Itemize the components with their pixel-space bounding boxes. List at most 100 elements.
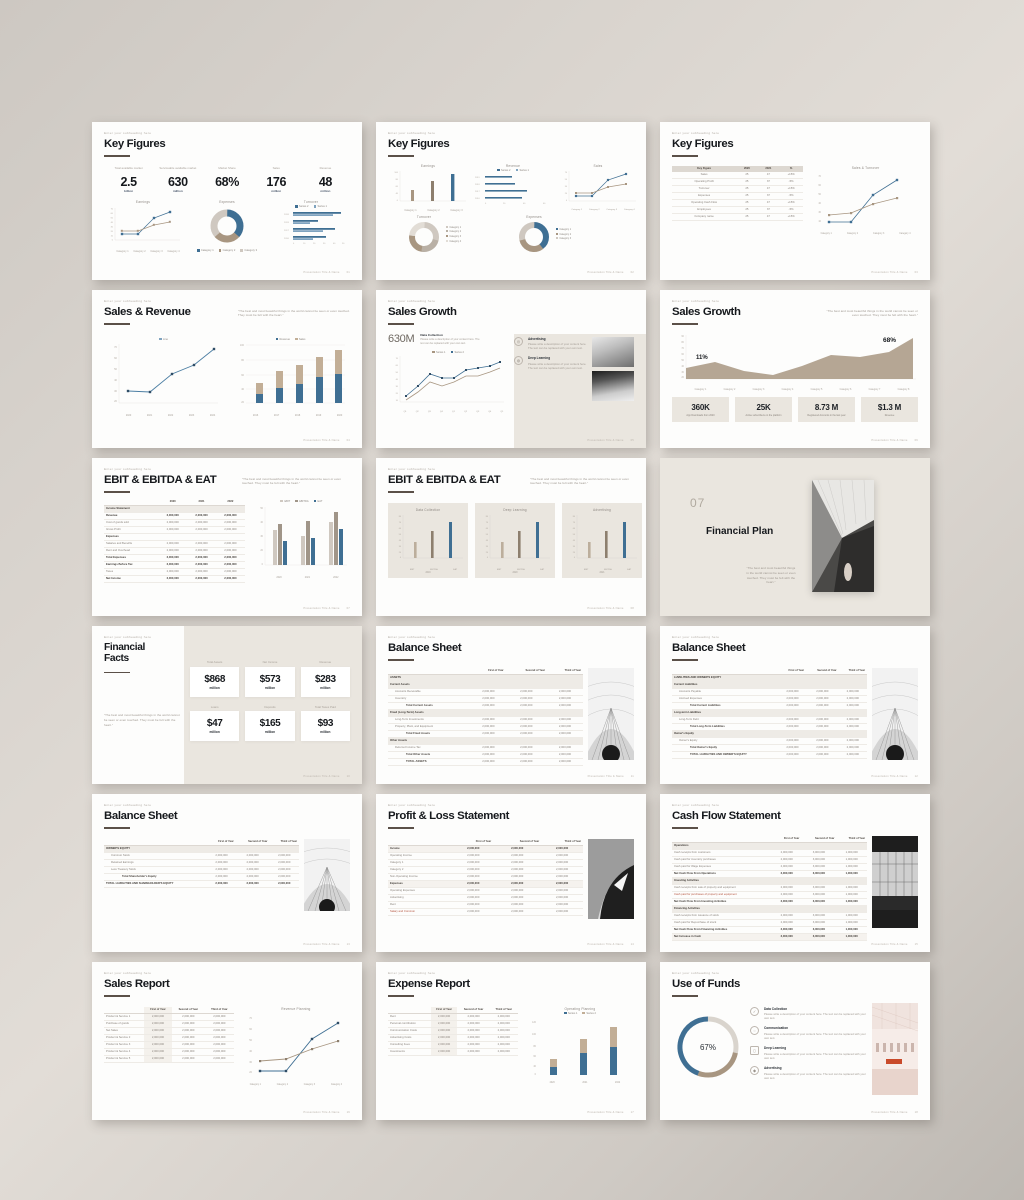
fact-card[interactable]: $47 million bbox=[190, 711, 240, 741]
feature-item-advertising[interactable]: ◎ Advertising Please write a description … bbox=[514, 336, 588, 351]
svg-text:70: 70 bbox=[573, 522, 576, 524]
fact-card[interactable]: $573 million bbox=[245, 666, 295, 697]
footer-label: Presentation Title & Name bbox=[587, 439, 624, 442]
fact-card[interactable]: $868 million bbox=[190, 666, 240, 697]
slide-expense-report[interactable]: Enter your subheading here Expense Repor… bbox=[376, 962, 646, 1120]
table-row: Total Long-Term Liabilities 2,000,000 2,00… bbox=[672, 723, 867, 731]
chart-expenses-donut[interactable]: Expenses Category 1 Category 2 Category … bbox=[516, 215, 616, 255]
chart-operating-planning[interactable]: Operating Planning Series 1 Series 2 120… bbox=[526, 1007, 634, 1085]
slide-eyebrow: Enter your subheading here bbox=[104, 300, 152, 303]
feature-item-deep-learning[interactable]: ◍ Deep Learning Please write a descriptio… bbox=[514, 356, 588, 370]
row-value: 2,000,000 bbox=[215, 512, 245, 520]
column-header: 2020 bbox=[169, 500, 176, 504]
svg-text:2017: 2017 bbox=[284, 230, 290, 232]
x-label: Category 1 bbox=[820, 233, 832, 235]
chart-sales-line[interactable]: Line 70 60 50 40 30 20 2020 2021 2022 20… bbox=[104, 337, 223, 417]
feature-item-data-collection[interactable]: ✓ Data Collection Please write a descripti… bbox=[750, 1006, 866, 1021]
row-value: 2,000,000 bbox=[778, 751, 807, 759]
svg-text:100: 100 bbox=[240, 344, 245, 347]
slide-sales-report[interactable]: Enter your subheading here Sales Report … bbox=[92, 962, 362, 1120]
table-row: Current Liabilities bbox=[672, 681, 867, 689]
balance-sheet-table[interactable]: First of Year Second of Year Third of Ye… bbox=[672, 668, 867, 760]
sales-report-table[interactable]: First of Year Second of Year Third of Ye… bbox=[104, 1006, 234, 1087]
income-statement-table[interactable]: 2020 2021 2022 Income Statement Revenue 2,… bbox=[104, 499, 245, 583]
page-number: 12 bbox=[914, 775, 918, 778]
fact-card[interactable]: $165 million bbox=[245, 711, 295, 741]
x-axis-labels: EBIT EBITDA EAT bbox=[565, 569, 639, 571]
row-value: 3,000,000 bbox=[801, 919, 837, 927]
slide-sales-growth-2[interactable]: Enter your subheading here Sales Growth … bbox=[660, 290, 930, 448]
slide-ebit-2[interactable]: Enter your subheading here EBIT & EBITDA… bbox=[376, 458, 646, 616]
table-row: Total Other Assets 2,000,000 2,000,000 2,00… bbox=[388, 751, 583, 759]
stat-card[interactable]: 8.73 M Registered Accounts in the last ye… bbox=[798, 397, 855, 423]
stat-card[interactable]: $1.3 M Revenue bbox=[861, 397, 918, 423]
ebit-panel[interactable]: Advertising 80 70 60 50 40 30 20 0 EBIT EBITDA EAT 2… bbox=[562, 502, 642, 579]
chart-area-growth[interactable]: 11% 68% 90 80 70 60 50 40 30 20 Category 1 bbox=[672, 331, 918, 391]
chart-ebit-group[interactable]: EBIT EBITDA EAT 50 40 30 20 0 2020 2021 … bbox=[253, 499, 350, 583]
row-value: 2,000,000 bbox=[541, 859, 583, 867]
row-value: 2,000,000 bbox=[215, 554, 245, 562]
slide-key-figures-1[interactable]: Enter your subheading here Key Figures T… bbox=[92, 122, 362, 280]
x-label: Category 4 bbox=[330, 1084, 343, 1086]
feature-item-deep-learning[interactable]: ▯ Deep Learning Please write a description… bbox=[750, 1046, 866, 1060]
slide-ebit-1[interactable]: Enter your subheading here EBIT & EBITDA… bbox=[92, 458, 362, 616]
feature-item-communication[interactable]: ◌ Communication Please write a description… bbox=[750, 1026, 866, 1040]
row-label: Gross Profit bbox=[104, 526, 159, 534]
kpi-unit: million bbox=[271, 189, 282, 193]
row-label: Cash paid for Wage Expenses bbox=[672, 863, 773, 871]
stat-card[interactable]: 25K Active subscribers on the platform bbox=[735, 397, 792, 423]
chart-expenses[interactable]: Expenses Category 1 Category 2 Category … bbox=[188, 200, 266, 253]
row-value: 2,000,000 bbox=[144, 1048, 172, 1056]
chart-earnings[interactable]: Earnings 70 60 50 40 30 20 10 0 Category… bbox=[104, 200, 182, 253]
feature-item-advertising[interactable]: ◆ Advertising Please write a description o… bbox=[750, 1066, 866, 1080]
chart-revenue-hbar[interactable]: Revenue Series 2 Series 1 2019 2018 2017 20… bbox=[473, 164, 553, 213]
row-value: 2,000,000 bbox=[838, 744, 867, 752]
fact-card[interactable]: $283 million bbox=[300, 666, 350, 697]
chart-earnings-bar[interactable]: Earnings 100 80 60 40 0 Category 1 Category … bbox=[388, 164, 468, 212]
slide-balance-sheet-1[interactable]: Enter your subheading here Balance Sheet… bbox=[376, 626, 646, 784]
slide-eyebrow: Enter your subheading here bbox=[104, 636, 152, 639]
slide-use-of-funds[interactable]: Enter your subheading here Use of Funds … bbox=[660, 962, 930, 1120]
table-body: OWNER'S EQUITY Common Stock 2,000,000 2,000… bbox=[104, 845, 299, 888]
slide-key-figures-3[interactable]: Enter your subheading here Key Figures K… bbox=[660, 122, 930, 280]
x-label: Category 3 bbox=[873, 233, 885, 235]
column-header: First of Year bbox=[488, 669, 504, 673]
row-label: Fixed (Long-Term) Assets bbox=[388, 709, 472, 717]
chart-turnover-donut[interactable]: Turnover Category 1 Category 2 Category … bbox=[406, 215, 506, 255]
slide-profit-loss[interactable]: Enter your subheading here Profit & Loss… bbox=[376, 794, 646, 952]
slide-sales-growth-1[interactable]: Enter your subheading here Sales Growth … bbox=[376, 290, 646, 448]
ebit-panel[interactable]: Deep Learning 80 70 60 50 40 30 20 0 EBIT EBITDA EA… bbox=[475, 502, 555, 579]
donut-chart[interactable]: 67% bbox=[672, 1003, 744, 1083]
slide-balance-sheet-3[interactable]: Enter your subheading here Balance Sheet… bbox=[92, 794, 362, 952]
slide-sales-revenue[interactable]: Enter your subheading here Sales & Reven… bbox=[92, 290, 362, 448]
profit-loss-table[interactable]: First of Year Second of Year Third of Ye… bbox=[388, 839, 583, 919]
fact-card[interactable]: $93 million bbox=[300, 711, 350, 741]
svg-text:70: 70 bbox=[249, 1017, 252, 1020]
slide-key-figures-2[interactable]: Enter your subheading here Key Figures E… bbox=[376, 122, 646, 280]
slide-financial-plan-section[interactable]: 07 Financial Plan "The best and most bea… bbox=[660, 458, 930, 616]
cash-flow-table[interactable]: First of Year Second of Year Third of Ye… bbox=[672, 836, 867, 941]
slide-financial-facts[interactable]: Enter your subheading here Financial Fac… bbox=[92, 626, 362, 784]
svg-text:0: 0 bbox=[397, 200, 399, 202]
ebit-panel[interactable]: Data Collection 80 70 60 50 40 30 20 0 EBIT EBITDA… bbox=[388, 502, 468, 579]
chart-revenue-stacked[interactable]: Revenue Sales 100 80 60 40 20 2016 2017 … bbox=[231, 337, 350, 417]
slide-balance-sheet-2[interactable]: Enter your subheading here Balance Sheet… bbox=[660, 626, 930, 784]
left-chart-area[interactable]: 630M Data Collection Please write a desc… bbox=[388, 333, 508, 414]
x-label: Q4 bbox=[488, 411, 492, 414]
fact-value: $93 bbox=[317, 718, 334, 729]
balance-sheet-table[interactable]: First of Year Second of Year Third of Ye… bbox=[104, 839, 299, 911]
row-value: 2,000,000 bbox=[158, 568, 188, 576]
column-header: 2022 bbox=[227, 500, 234, 504]
chart-sales-turnover[interactable]: Sales & Turnover 70 60 50 40 30 10 Categ… bbox=[813, 166, 918, 236]
stat-card[interactable]: 360K App Downloads from 2020 bbox=[672, 397, 729, 423]
row-value: 2,000,000 bbox=[215, 519, 245, 527]
key-figures-table[interactable]: Key Figure 2020 2021 % Sales 25 47 +15% Ope… bbox=[672, 165, 804, 236]
chart-revenue-planning[interactable]: Revenue Planning 70 60 50 40 30 20 Categ… bbox=[242, 1007, 350, 1087]
chart-turnover[interactable]: Turnover Series 2 Series 1 2018 2019 2017 2… bbox=[272, 200, 350, 253]
row-value bbox=[806, 681, 839, 689]
chart-sales-line[interactable]: Sales 70 50 30 20 0 Category 1 Category 2 Ca… bbox=[558, 164, 638, 213]
footer-label: Presentation Title & Name bbox=[871, 775, 908, 778]
expense-report-table[interactable]: First of Year Second of Year Third of Ye… bbox=[388, 1006, 518, 1085]
balance-sheet-table[interactable]: First of Year Second of Year Third of Ye… bbox=[388, 668, 583, 766]
slide-cash-flow[interactable]: Enter your subheading here Cash Flow Sta… bbox=[660, 794, 930, 952]
